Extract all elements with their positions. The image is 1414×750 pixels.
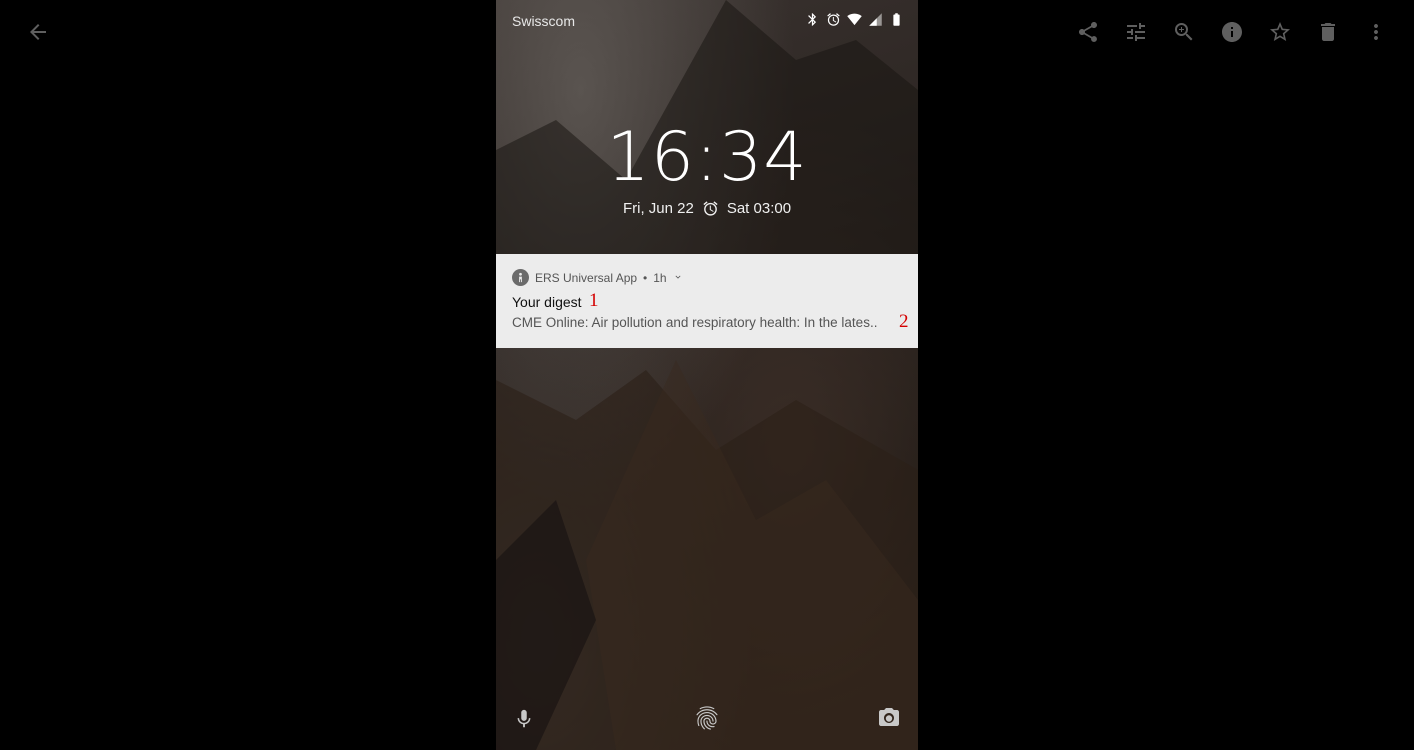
notification-card[interactable]: ERS Universal App • 1h Your digest 1 CME… [496,254,918,348]
mountain-wallpaper [496,0,918,750]
camera-icon[interactable] [877,706,901,735]
back-arrow-icon[interactable] [22,16,54,48]
alarm-icon [827,13,840,26]
status-bar: Swisscom [496,0,918,40]
signal-icon [869,13,882,26]
status-icons [805,12,904,27]
microphone-icon[interactable] [513,706,535,737]
lockscreen-screenshot: Swisscom 16:34 Fri, Jun 22 Sat 03:00 ERS… [496,0,918,750]
notification-body: CME Online: Air pollution and respirator… [512,315,878,330]
app-icon [512,269,529,286]
info-icon[interactable] [1216,16,1248,48]
chevron-down-icon[interactable] [673,271,683,285]
wifi-icon [847,13,862,26]
delete-icon[interactable] [1312,16,1344,48]
bluetooth-icon [808,13,817,26]
zoom-icon[interactable] [1168,16,1200,48]
next-alarm-label: Sat 03:00 [726,200,792,217]
notification-header: ERS Universal App • 1h [512,269,683,286]
more-vert-icon[interactable] [1360,16,1392,48]
annotation-marker-2: 2 [899,311,909,332]
date-label: Fri, Jun 22 [622,200,694,217]
app-name: ERS Universal App [535,270,638,285]
notification-title: Your digest [512,294,582,310]
alarm-icon [703,201,718,216]
annotation-marker-1: 1 [589,290,599,311]
header-separator: • [643,270,648,285]
star-icon[interactable] [1264,16,1296,48]
battery-icon [893,13,900,26]
share-icon[interactable] [1072,16,1104,48]
lockscreen-clock: 16:34 [606,118,808,197]
tune-icon[interactable] [1120,16,1152,48]
notification-age: 1h [653,270,667,285]
fingerprint-icon[interactable] [693,702,721,739]
carrier-label: Swisscom [512,13,576,29]
date-row: Fri, Jun 22 Sat 03:00 [496,200,918,217]
